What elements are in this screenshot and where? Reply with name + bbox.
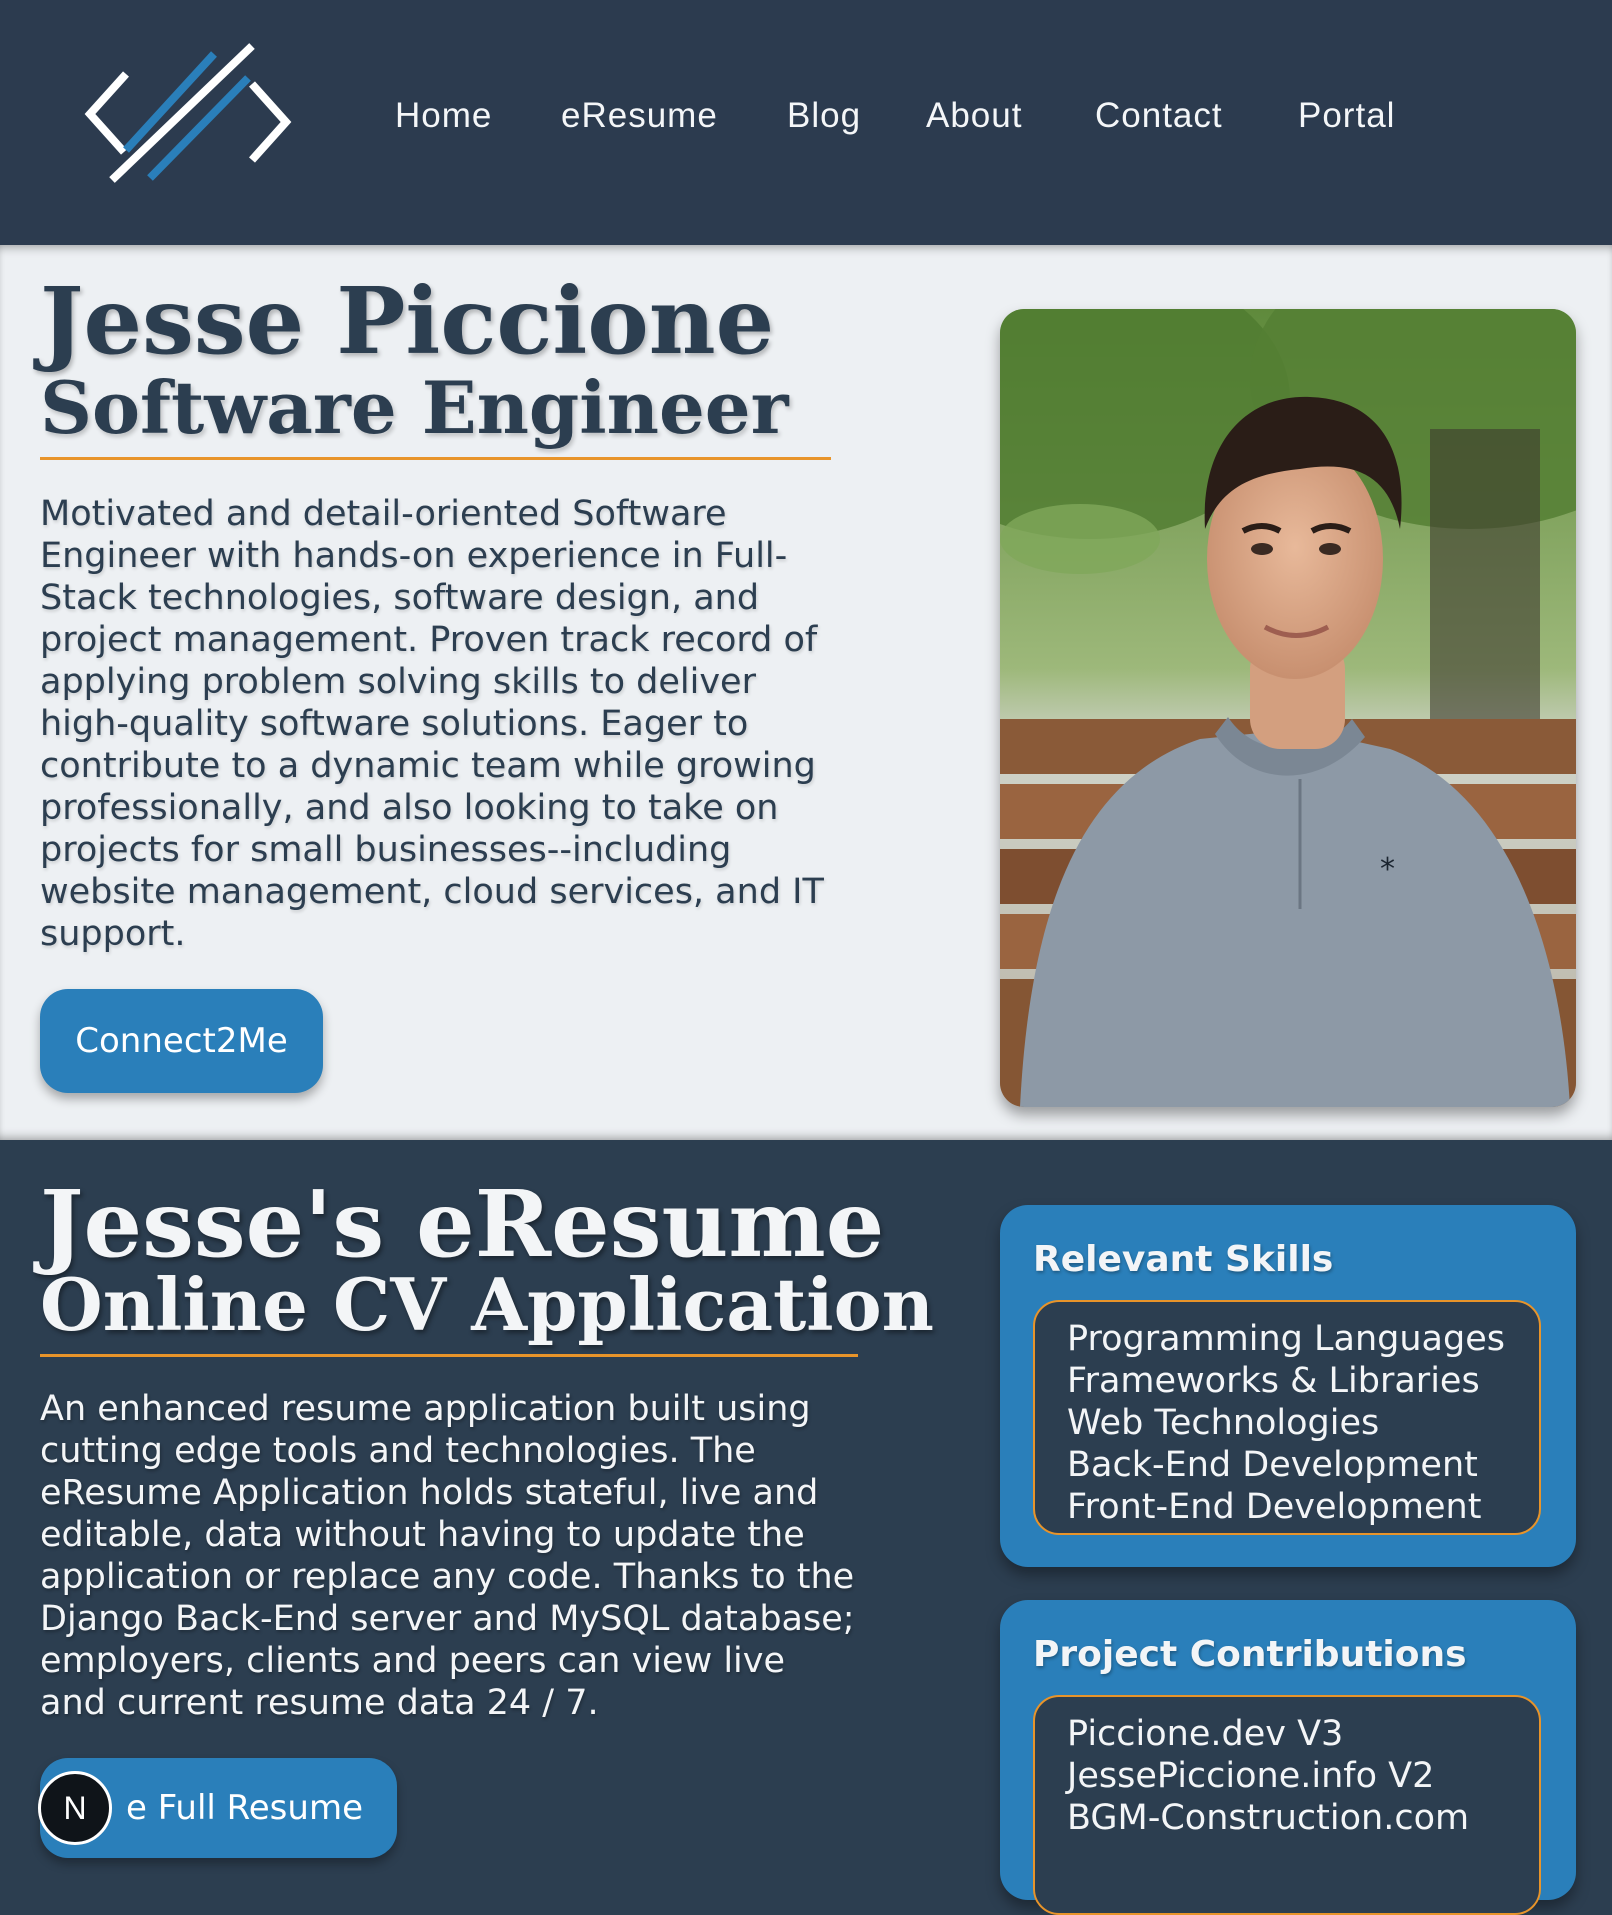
eresume-subtitle: Online CV Application	[40, 1262, 934, 1347]
nav-portal[interactable]: Portal	[1298, 96, 1395, 136]
project-item[interactable]: Piccione.dev V3	[1067, 1713, 1539, 1755]
nav-eresume[interactable]: eResume	[561, 96, 718, 136]
hero-section: Jesse Piccione Software Engineer Motivat…	[0, 245, 1612, 1140]
nav-home[interactable]: Home	[395, 96, 492, 136]
skill-item: Web Technologies	[1067, 1403, 1380, 1443]
hero-description: Motivated and detail-oriented Software E…	[40, 494, 824, 954]
skill-item: Programming Languages	[1067, 1319, 1505, 1359]
nav-about[interactable]: About	[926, 96, 1022, 136]
nav-blog[interactable]: Blog	[787, 96, 861, 136]
logo-icon[interactable]	[84, 42, 294, 192]
n-badge-icon[interactable]: N	[38, 1771, 112, 1845]
hero-name: Jesse Piccione	[40, 267, 775, 375]
connect-button[interactable]: Connect2Me	[40, 989, 323, 1093]
eresume-divider	[40, 1354, 858, 1357]
relevant-skills-list: Programming Languages Frameworks & Libra…	[1033, 1300, 1541, 1535]
project-contributions-title: Project Contributions	[1033, 1634, 1467, 1675]
site-header: Home eResume Blog About Contact Portal	[0, 0, 1612, 245]
nav-contact[interactable]: Contact	[1095, 96, 1223, 136]
hero-divider	[40, 457, 831, 460]
hero-role: Software Engineer	[40, 365, 789, 450]
skill-item: Front-End Development	[1067, 1487, 1482, 1527]
relevant-skills-title: Relevant Skills	[1033, 1239, 1334, 1280]
relevant-skills-card: Relevant Skills Programming Languages Fr…	[1000, 1205, 1576, 1567]
skill-item: Frameworks & Libraries	[1067, 1361, 1480, 1401]
profile-photo-image: *	[1000, 309, 1576, 1107]
profile-photo: *	[1000, 309, 1576, 1107]
project-item[interactable]: JessePiccione.info V2	[1067, 1755, 1539, 1797]
project-item[interactable]: BGM-Construction.com	[1067, 1797, 1539, 1839]
eresume-description: An enhanced resume application built usi…	[40, 1389, 855, 1723]
svg-text:*: *	[1380, 852, 1395, 887]
project-contributions-card: Project Contributions Piccione.dev V3 Je…	[1000, 1600, 1576, 1915]
project-contributions-list: Piccione.dev V3 JessePiccione.info V2 BG…	[1033, 1695, 1541, 1915]
skill-item: Back-End Development	[1067, 1445, 1478, 1485]
